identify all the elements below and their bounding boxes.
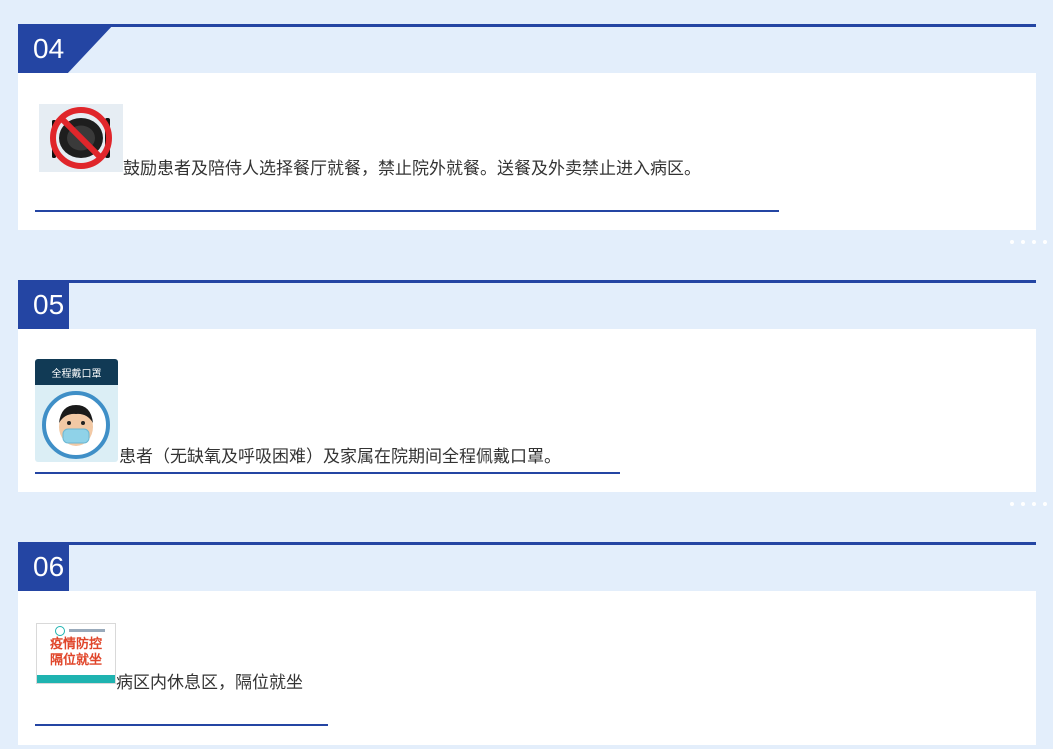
- section-divider: [18, 542, 1036, 545]
- section-text: 病区内休息区，隔位就坐: [116, 673, 303, 693]
- separator-dots: [1010, 240, 1047, 244]
- section-06: 06 疫情防控 隔位就坐 病区内休息区，隔位就坐: [18, 542, 1036, 745]
- mask-icon: 全程戴口罩: [35, 359, 118, 462]
- text-underline: [35, 724, 328, 726]
- text-underline: [35, 472, 620, 474]
- section-card: 鼓励患者及陪侍人选择餐厅就餐，禁止院外就餐。送餐及外卖禁止进入病区。: [18, 73, 1036, 230]
- text-underline: [35, 210, 779, 212]
- section-card: 全程戴口罩 患者（无缺氧及呼吸困难）及家属在院期间全程佩戴口罩。: [18, 329, 1036, 492]
- sign-line-1: 疫情防控: [49, 637, 102, 652]
- section-divider: [18, 280, 1036, 283]
- epidemic-sign-icon: 疫情防控 隔位就坐: [36, 623, 116, 684]
- image-title: 全程戴口罩: [35, 359, 118, 385]
- section-divider: [18, 24, 1036, 27]
- section-number: 04: [18, 24, 114, 73]
- section-card: 疫情防控 隔位就坐 病区内休息区，隔位就坐: [18, 591, 1036, 745]
- no-dining-icon: [39, 104, 123, 172]
- sign-line-2: 隔位就坐: [49, 653, 102, 668]
- section-text: 鼓励患者及陪侍人选择餐厅就餐，禁止院外就餐。送餐及外卖禁止进入病区。: [123, 159, 701, 179]
- section-number: 05: [18, 280, 69, 329]
- section-text: 患者（无缺氧及呼吸困难）及家属在院期间全程佩戴口罩。: [119, 447, 561, 467]
- section-04: 04 鼓励患者及陪侍人选择餐厅就餐，禁止院外就餐。送餐及外卖禁止进入病区。: [18, 24, 1036, 230]
- section-05: 05 全程戴口罩 患者（无缺氧及呼吸困难）及家属在院期间全程佩戴口罩。: [18, 280, 1036, 492]
- separator-dots: [1010, 502, 1047, 506]
- section-number: 06: [18, 542, 69, 591]
